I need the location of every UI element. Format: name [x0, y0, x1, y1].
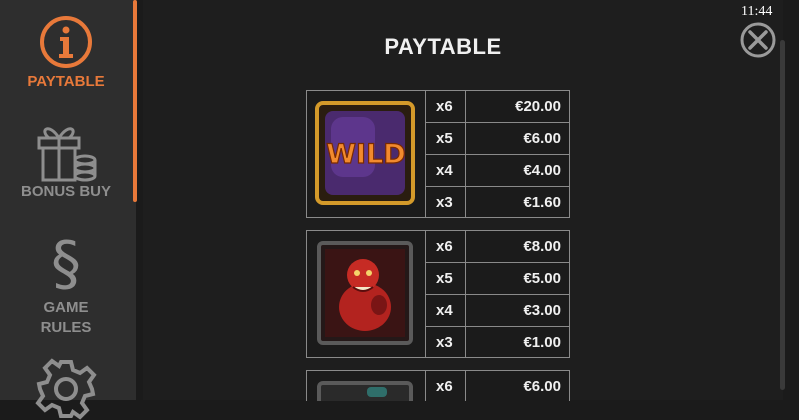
gift-coins-icon: [37, 127, 97, 182]
paytable-row: x3 €1.00: [426, 327, 569, 358]
close-button[interactable]: [739, 21, 777, 59]
paytable-row: x4 €3.00: [426, 295, 569, 327]
sidebar-item-label: GAME RULES: [40, 299, 92, 336]
svg-text:WILD: WILD: [326, 139, 405, 170]
main-scrollbar[interactable]: [780, 40, 785, 390]
payout-amount: €8.00: [523, 238, 561, 255]
sidebar-scrollbar[interactable]: [133, 0, 137, 202]
symbol-count: x6: [426, 91, 466, 122]
payout-amount: €3.00: [523, 302, 561, 319]
paytable-row: x6 €20.00: [426, 91, 569, 123]
info-icon: [40, 16, 92, 68]
paytable-entry-red-monster: x6 €8.00 x5 €5.00 x4 €3.00 x3 €1.00: [306, 230, 570, 358]
paytable-row: x5 €6.00: [426, 123, 569, 155]
payout-amount: €6.00: [523, 378, 561, 395]
symbol-count: x4: [426, 155, 466, 186]
symbol-count: x5: [426, 123, 466, 154]
paytable-entry-partial: x6 €6.00: [306, 370, 570, 401]
sidebar-item-bonus-buy[interactable]: BONUS BUY: [0, 116, 132, 202]
svg-text:§: §: [51, 229, 81, 296]
page-title: PAYTABLE: [384, 34, 502, 59]
symbol-count: x6: [426, 371, 466, 401]
payout-amount: €5.00: [523, 270, 561, 287]
symbol-count: x4: [426, 295, 466, 326]
payout-amount: €6.00: [523, 130, 561, 147]
symbol-count: x3: [426, 187, 466, 218]
symbol-count: x3: [426, 327, 466, 358]
payout-amount: €1.00: [523, 334, 561, 351]
paytable-row: x3 €1.60: [426, 187, 569, 218]
paytable-row: x6 €6.00: [426, 371, 569, 401]
gear-icon: [35, 358, 97, 420]
sidebar-item-game-rules[interactable]: § GAME RULES: [0, 228, 132, 338]
sidebar-nav: PAYTABLE BONUS BUY § GAME RULES: [0, 0, 137, 420]
wild-symbol: WILD: [307, 91, 426, 217]
sidebar-item-label: PAYTABLE: [27, 73, 105, 90]
paytable-row: x6 €8.00: [426, 231, 569, 263]
payout-amount: €1.60: [523, 194, 561, 211]
symbol-count: x6: [426, 231, 466, 262]
sidebar-item-settings[interactable]: [0, 358, 132, 420]
paytable-row: x4 €4.00: [426, 155, 569, 187]
payout-amount: €4.00: [523, 162, 561, 179]
sidebar-item-label: BONUS BUY: [20, 183, 111, 200]
symbol-count: x5: [426, 263, 466, 294]
paytable-entry-wild: WILD x6 €20.00 x5 €6.00 x4 €4.00 x3 €1.6…: [306, 90, 570, 218]
section-sign-icon: §: [51, 229, 81, 296]
sidebar-item-paytable[interactable]: PAYTABLE: [0, 14, 132, 92]
red-monster-symbol: [307, 231, 426, 357]
close-icon: [740, 22, 776, 58]
partial-symbol: [307, 371, 426, 401]
paytable-row: x5 €5.00: [426, 263, 569, 295]
payout-amount: €20.00: [515, 98, 561, 115]
clock-text: 11:44: [741, 4, 773, 19]
